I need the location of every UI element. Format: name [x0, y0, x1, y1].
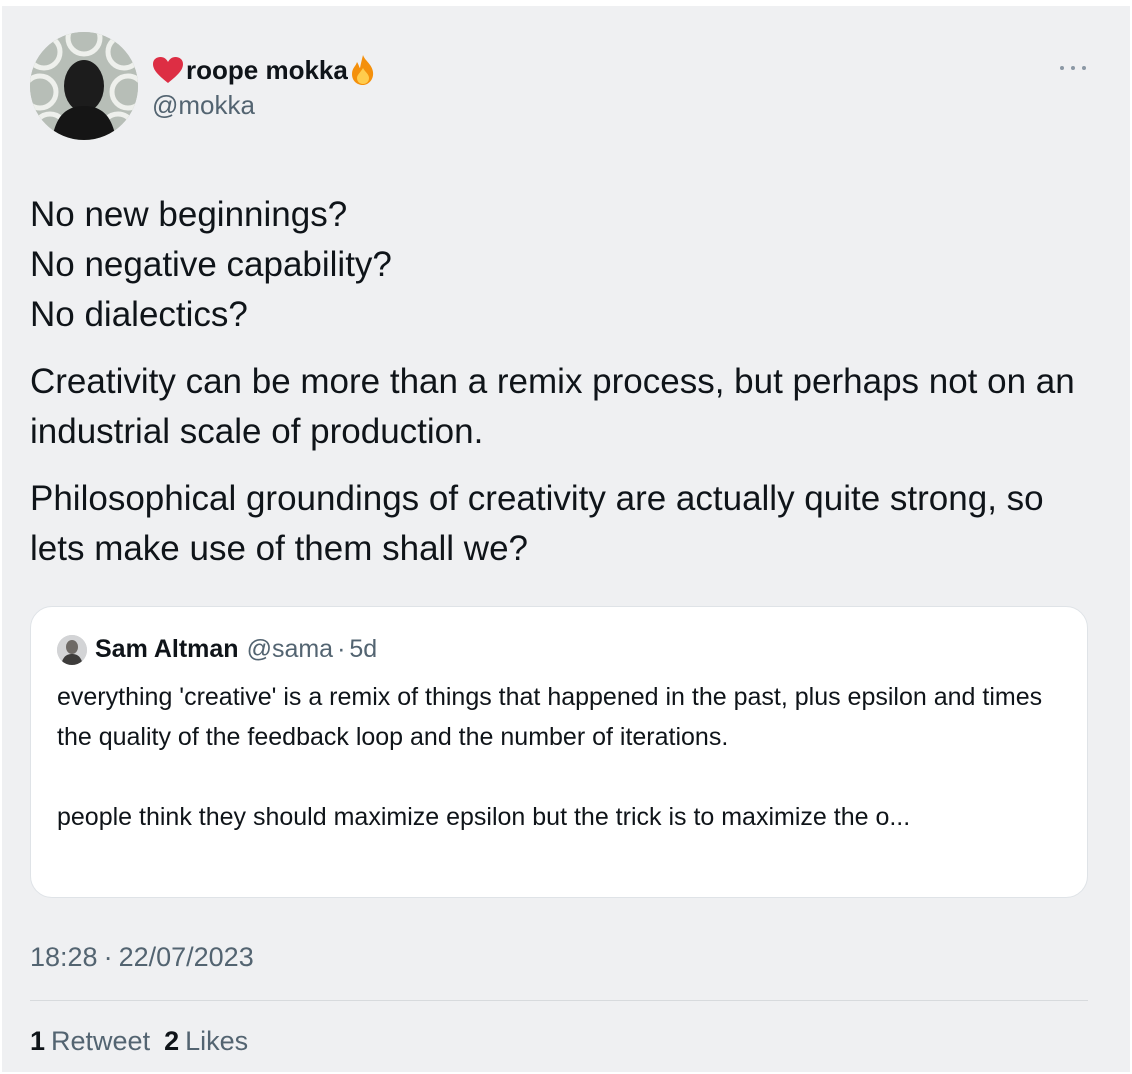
likes-stat[interactable]: 2 Likes [164, 1026, 248, 1057]
retweets-stat[interactable]: 1 Retweet [30, 1026, 150, 1057]
retweets-label: Retweet [51, 1026, 151, 1056]
retweets-count: 1 [30, 1026, 46, 1056]
quoted-text: everything 'creative' is a remix of thin… [57, 683, 1043, 831]
quoted-header: Sam Altman @sama · 5d [95, 635, 377, 664]
fire-icon [350, 54, 376, 86]
quoted-author-avatar [57, 635, 87, 665]
avatar-image [30, 32, 138, 140]
likes-label: Likes [185, 1026, 249, 1056]
tweet-date: 22/07/2023 [118, 942, 254, 972]
tweet-card: roope mokka @mokka No new beginnings? No… [2, 6, 1130, 1072]
author-avatar[interactable] [30, 32, 138, 140]
tweet-text: No new beginnings? No negative capabilit… [30, 190, 1100, 591]
timestamp-separator: · [103, 942, 113, 972]
likes-count: 2 [164, 1026, 180, 1056]
quoted-author-handle: @sama [246, 635, 334, 663]
tweet-timestamp[interactable]: 18:28 · 22/07/2023 [30, 942, 254, 973]
tweet-paragraph: No new beginnings? No negative capabilit… [30, 195, 392, 334]
tweet-paragraph: Creativity can be more than a remix proc… [30, 362, 1075, 451]
engagement-stats: 1 Retweet 2 Likes [30, 1026, 262, 1057]
author-name[interactable]: roope mokka [152, 54, 376, 86]
quoted-tweet[interactable]: Sam Altman @sama · 5d everything 'creati… [30, 606, 1088, 898]
quoted-author-name: Sam Altman [95, 635, 239, 663]
divider [30, 1000, 1088, 1001]
tweet-paragraph: Philosophical groundings of creativity a… [30, 479, 1044, 568]
quoted-separator: · [337, 635, 346, 663]
more-options-icon[interactable] [1060, 58, 1086, 78]
quoted-time: 5d [349, 635, 378, 663]
tweet-time: 18:28 [30, 942, 98, 972]
author-handle[interactable]: @mokka [152, 90, 255, 121]
author-name-text: roope mokka [186, 54, 348, 85]
heart-icon [152, 56, 184, 84]
